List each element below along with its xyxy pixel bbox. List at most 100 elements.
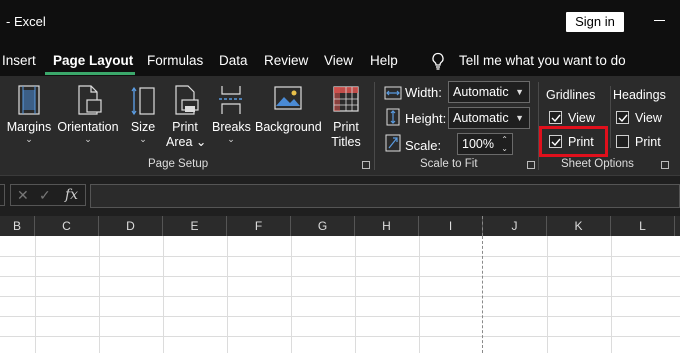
insert-function-icon[interactable]: fx bbox=[65, 187, 78, 203]
page-setup-launcher-icon[interactable] bbox=[362, 161, 370, 169]
tab-page-layout[interactable]: Page Layout bbox=[53, 53, 133, 68]
gridline bbox=[291, 236, 292, 353]
sign-in-button[interactable]: Sign in bbox=[566, 12, 624, 32]
column-header[interactable]: G bbox=[291, 216, 355, 236]
title-bar: - Excel Sign in bbox=[0, 0, 680, 44]
ribbon-tabs: Insert Page Layout Formulas Data Review … bbox=[0, 44, 680, 76]
size-icon bbox=[131, 86, 155, 116]
print-titles-button[interactable]: Print Titles bbox=[328, 84, 364, 150]
lightbulb-icon bbox=[432, 52, 444, 70]
background-label: Background bbox=[255, 120, 322, 134]
checkmark-icon bbox=[551, 114, 561, 123]
background-picture-icon bbox=[274, 86, 302, 110]
spin-up-icon[interactable]: ⌃ bbox=[501, 136, 508, 144]
gridlines-print-highlight bbox=[539, 126, 608, 157]
column-header[interactable]: J bbox=[483, 216, 547, 236]
scale-spinner[interactable]: 100% ⌃ ⌄ bbox=[457, 133, 513, 155]
gridline bbox=[99, 236, 100, 353]
width-icon bbox=[384, 86, 402, 100]
column-header[interactable]: E bbox=[163, 216, 227, 236]
page-setup-group-label: Page Setup bbox=[148, 158, 209, 170]
column-header[interactable]: I bbox=[419, 216, 483, 236]
headings-heading: Headings bbox=[613, 88, 666, 102]
enter-icon[interactable]: ✓ bbox=[39, 187, 51, 204]
width-value: Automatic bbox=[453, 85, 509, 99]
background-button[interactable]: Background bbox=[255, 84, 322, 135]
chevron-down-icon: ⌄ bbox=[25, 134, 33, 144]
headings-view-label: View bbox=[635, 111, 662, 125]
gridline bbox=[547, 236, 548, 353]
tell-me-text: Tell me what you want to do bbox=[459, 53, 626, 68]
margins-button[interactable]: Margins ⌄ bbox=[6, 84, 52, 144]
breaks-label: Breaks bbox=[212, 120, 251, 134]
column-header[interactable]: D bbox=[99, 216, 163, 236]
margins-label: Margins bbox=[6, 120, 52, 134]
gridline bbox=[611, 236, 612, 353]
print-area-button[interactable]: Print Area ⌄ bbox=[166, 84, 206, 150]
tab-data[interactable]: Data bbox=[219, 53, 248, 68]
gridline bbox=[355, 236, 356, 353]
gridline bbox=[0, 316, 680, 317]
gridline bbox=[0, 336, 680, 337]
column-header[interactable]: C bbox=[35, 216, 99, 236]
scale-to-fit-launcher-icon[interactable] bbox=[527, 161, 535, 169]
page-break-line bbox=[482, 216, 483, 236]
column-header[interactable]: L bbox=[611, 216, 675, 236]
scale-icon bbox=[385, 134, 401, 152]
width-label: Width: bbox=[405, 85, 442, 100]
dropdown-arrow-icon: ▼ bbox=[515, 87, 524, 97]
tab-help[interactable]: Help bbox=[370, 53, 398, 68]
print-area-label-1: Print bbox=[172, 120, 198, 134]
breaks-button[interactable]: Breaks ⌄ bbox=[212, 84, 251, 144]
chevron-down-icon: ⌄ bbox=[84, 134, 92, 144]
headings-print-checkbox[interactable] bbox=[616, 135, 629, 148]
column-header[interactable]: H bbox=[355, 216, 419, 236]
breaks-icon bbox=[219, 86, 243, 114]
formula-bar: ✕ ✓ fx bbox=[0, 176, 680, 216]
print-area-icon bbox=[175, 85, 199, 115]
scale-to-fit-group-label: Scale to Fit bbox=[420, 158, 478, 170]
dropdown-arrow-icon: ▼ bbox=[515, 113, 524, 123]
gridline bbox=[227, 236, 228, 353]
gridlines-view-checkbox[interactable] bbox=[549, 111, 562, 124]
margins-icon bbox=[18, 85, 40, 115]
chevron-down-icon: ⌄ bbox=[227, 134, 235, 144]
column-header[interactable]: K bbox=[547, 216, 611, 236]
formula-input[interactable] bbox=[90, 184, 680, 208]
gridline bbox=[35, 236, 36, 353]
gridlines-view-label: View bbox=[568, 111, 595, 125]
width-dropdown[interactable]: Automatic ▼ bbox=[448, 81, 530, 103]
group-separator bbox=[610, 86, 611, 148]
tab-review[interactable]: Review bbox=[264, 53, 308, 68]
spin-down-icon[interactable]: ⌄ bbox=[501, 145, 508, 153]
cancel-icon[interactable]: ✕ bbox=[17, 187, 29, 204]
minimize-icon[interactable] bbox=[654, 20, 665, 21]
name-box[interactable] bbox=[0, 184, 5, 206]
tab-insert[interactable]: Insert bbox=[2, 53, 36, 68]
sheet-options-launcher-icon[interactable] bbox=[661, 161, 669, 169]
gridline bbox=[163, 236, 164, 353]
size-button[interactable]: Size ⌄ bbox=[128, 84, 158, 144]
tab-formulas[interactable]: Formulas bbox=[147, 53, 203, 68]
formula-buttons: ✕ ✓ fx bbox=[10, 184, 86, 206]
column-headers: B C D E F G H I J K L bbox=[0, 216, 680, 236]
gridlines-heading: Gridlines bbox=[546, 88, 596, 102]
gridline bbox=[0, 256, 680, 257]
chevron-down-icon: ⌄ bbox=[139, 134, 147, 144]
orientation-icon bbox=[78, 85, 102, 115]
orientation-button[interactable]: Orientation ⌄ bbox=[56, 84, 120, 144]
gridline bbox=[0, 296, 680, 297]
orientation-label: Orientation bbox=[57, 120, 119, 134]
tab-view[interactable]: View bbox=[324, 53, 353, 68]
height-value: Automatic bbox=[453, 111, 509, 125]
headings-view-checkbox[interactable] bbox=[616, 111, 629, 124]
worksheet-grid[interactable] bbox=[0, 236, 680, 353]
scale-value: 100% bbox=[462, 137, 494, 151]
gridline bbox=[0, 276, 680, 277]
column-header[interactable]: B bbox=[0, 216, 35, 236]
active-tab-indicator bbox=[45, 72, 135, 75]
print-titles-label-2: Titles bbox=[331, 135, 361, 149]
height-dropdown[interactable]: Automatic ▼ bbox=[448, 107, 530, 129]
sheet-options-group-label: Sheet Options bbox=[561, 158, 634, 170]
column-header[interactable]: F bbox=[227, 216, 291, 236]
